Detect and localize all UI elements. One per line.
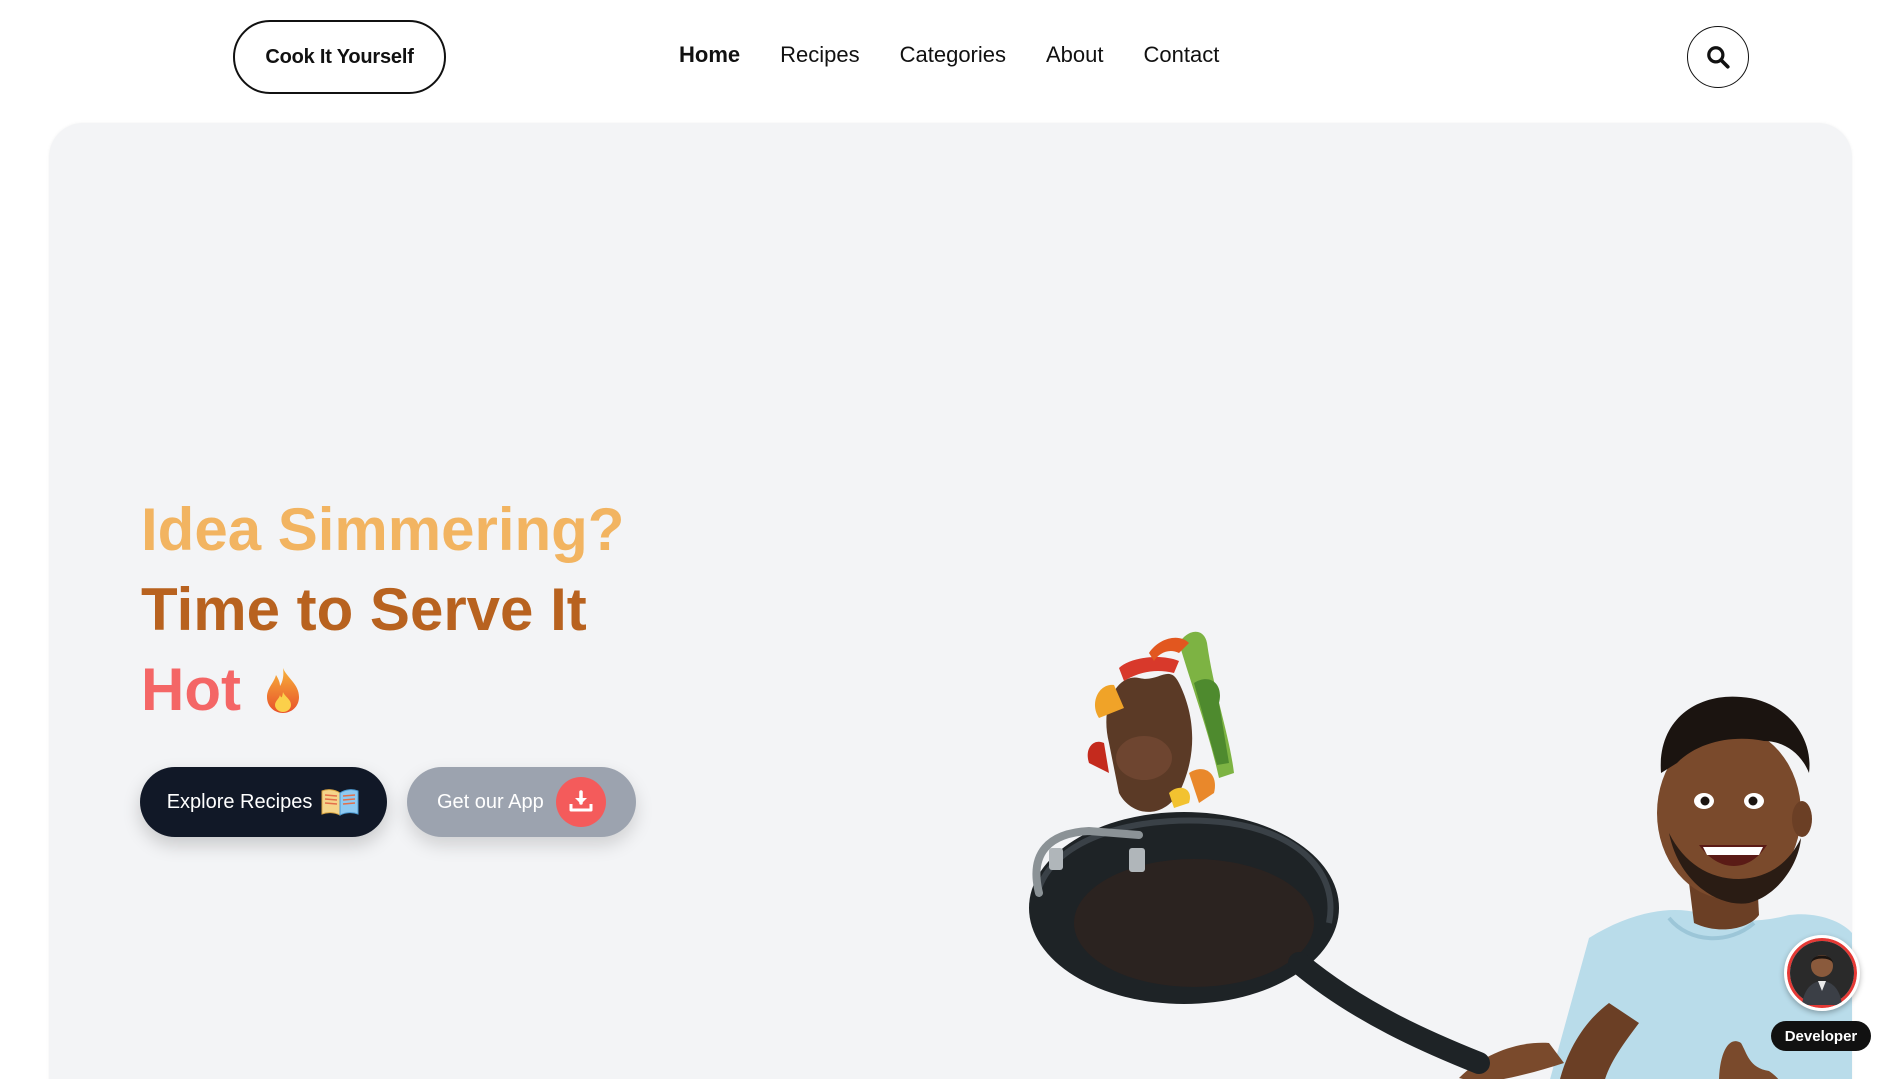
hero-section: Idea Simmering? Time to Serve It Hot Exp… xyxy=(49,123,1852,1079)
headline-line-3-text: Hot xyxy=(141,656,241,723)
nav-item-about[interactable]: About xyxy=(1046,42,1104,68)
fire-icon xyxy=(266,668,299,713)
nav-item-contact[interactable]: Contact xyxy=(1144,42,1220,68)
nav-item-home[interactable]: Home xyxy=(679,42,740,68)
hero-headline: Idea Simmering? Time to Serve It Hot xyxy=(141,490,624,730)
download-badge xyxy=(555,777,606,827)
main-nav: Home Recipes Categories About Contact xyxy=(679,42,1219,68)
get-app-button[interactable]: Get our App xyxy=(407,767,636,837)
developer-avatar xyxy=(1790,941,1854,1005)
nav-item-categories[interactable]: Categories xyxy=(900,42,1006,68)
site-header: Cook It Yourself Home Recipes Categories… xyxy=(0,0,1895,118)
search-icon xyxy=(1707,46,1730,69)
developer-label[interactable]: Developer xyxy=(1771,1021,1871,1051)
headline-line-2: Time to Serve It xyxy=(141,576,587,643)
get-app-label: Get our App xyxy=(437,790,544,813)
nav-item-recipes[interactable]: Recipes xyxy=(780,42,859,68)
explore-recipes-button[interactable]: Explore Recipes xyxy=(140,767,387,837)
headline-line-3: Hot xyxy=(141,650,624,730)
explore-recipes-label: Explore Recipes xyxy=(166,790,313,813)
download-icon xyxy=(569,790,593,812)
headline-line-1: Idea Simmering? xyxy=(141,496,625,563)
logo-button[interactable]: Cook It Yourself xyxy=(233,20,446,94)
chef-flipping-pan-illustration xyxy=(1029,631,1852,1079)
open-book-icon xyxy=(321,789,359,816)
search-button[interactable] xyxy=(1687,26,1749,88)
developer-avatar-button[interactable] xyxy=(1784,935,1860,1011)
